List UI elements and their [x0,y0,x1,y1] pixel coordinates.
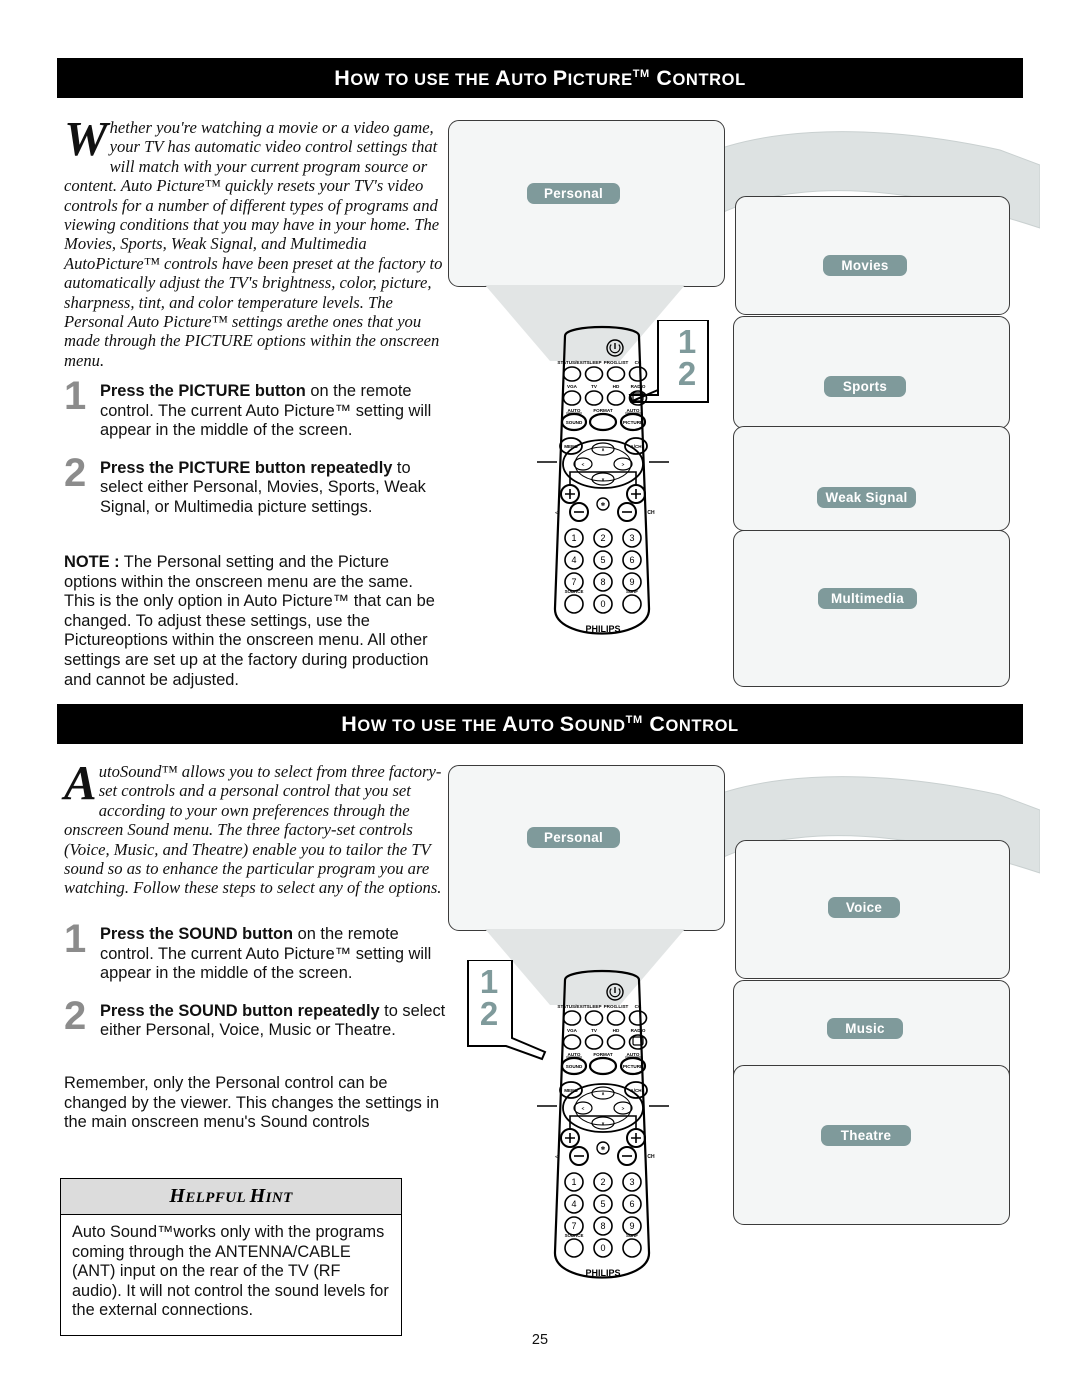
diagram-label-music: Music [827,1018,903,1039]
callout-number-2: 2 [479,995,499,1032]
svg-text:VGA: VGA [567,1028,578,1033]
svg-text:AUTO: AUTO [627,1052,640,1057]
svg-text:TV: TV [591,1028,598,1033]
svg-text:∧: ∧ [601,1091,605,1096]
diagram-label-voice: Voice [828,897,900,918]
svg-text:8: 8 [600,1221,605,1231]
svg-text:CC: CC [635,1004,642,1009]
svg-text:<: < [582,1106,585,1111]
svg-text:PHILIPS: PHILIPS [585,1268,620,1278]
svg-text:A/CH: A/CH [630,1088,642,1093]
svg-text:CH: CH [647,1154,655,1160]
svg-text:SOUND: SOUND [566,1064,583,1069]
callout-numbers: 1 2 [468,963,510,1032]
svg-text:0: 0 [600,1243,605,1253]
svg-text:2: 2 [600,1177,605,1187]
svg-text:RADIO: RADIO [631,1028,646,1033]
svg-text:SURF: SURF [626,1233,638,1238]
svg-text:1: 1 [571,1177,576,1187]
page-number: 25 [531,1332,549,1348]
funnel-shape [485,929,685,1005]
auto-sound-diagram: Personal Voice Music Theatre 1 2 STATUS/… [0,0,1080,1400]
svg-text:AUTO: AUTO [568,1052,581,1057]
svg-text:PROG.LIST: PROG.LIST [604,1004,629,1009]
diagram-label-theatre: Theatre [821,1125,911,1146]
svg-text:>: > [622,1106,625,1111]
svg-text:◁: ◁ [554,1154,559,1160]
svg-text:✻: ✻ [601,1146,605,1152]
svg-text:6: 6 [629,1199,634,1209]
svg-text:STATUS/EXIT: STATUS/EXIT [557,1004,586,1009]
callout-number-1: 1 [479,963,499,1000]
svg-text:PICTURE: PICTURE [623,1064,643,1069]
manual-page: HOW TO USE THE AUTO PICTURETM CONTROL Wh… [0,0,1080,1400]
svg-text:3: 3 [629,1177,634,1187]
svg-text:∨: ∨ [601,1121,605,1126]
svg-text:SOURCE: SOURCE [565,1233,584,1238]
remote-control-illustration: STATUS/EXIT SLEEP PROG.LIST CC VGA TV HD… [537,969,669,1279]
svg-text:MENU: MENU [564,1088,578,1093]
svg-text:SLEEP: SLEEP [586,1004,601,1009]
svg-text:FORMAT: FORMAT [593,1052,612,1057]
svg-text:4: 4 [571,1199,576,1209]
personal-preview-box [448,765,725,931]
diagram-label-personal: Personal [527,827,620,848]
svg-text:5: 5 [600,1199,605,1209]
svg-text:7: 7 [571,1221,576,1231]
svg-text:9: 9 [629,1221,634,1231]
svg-text:HD: HD [613,1028,620,1033]
